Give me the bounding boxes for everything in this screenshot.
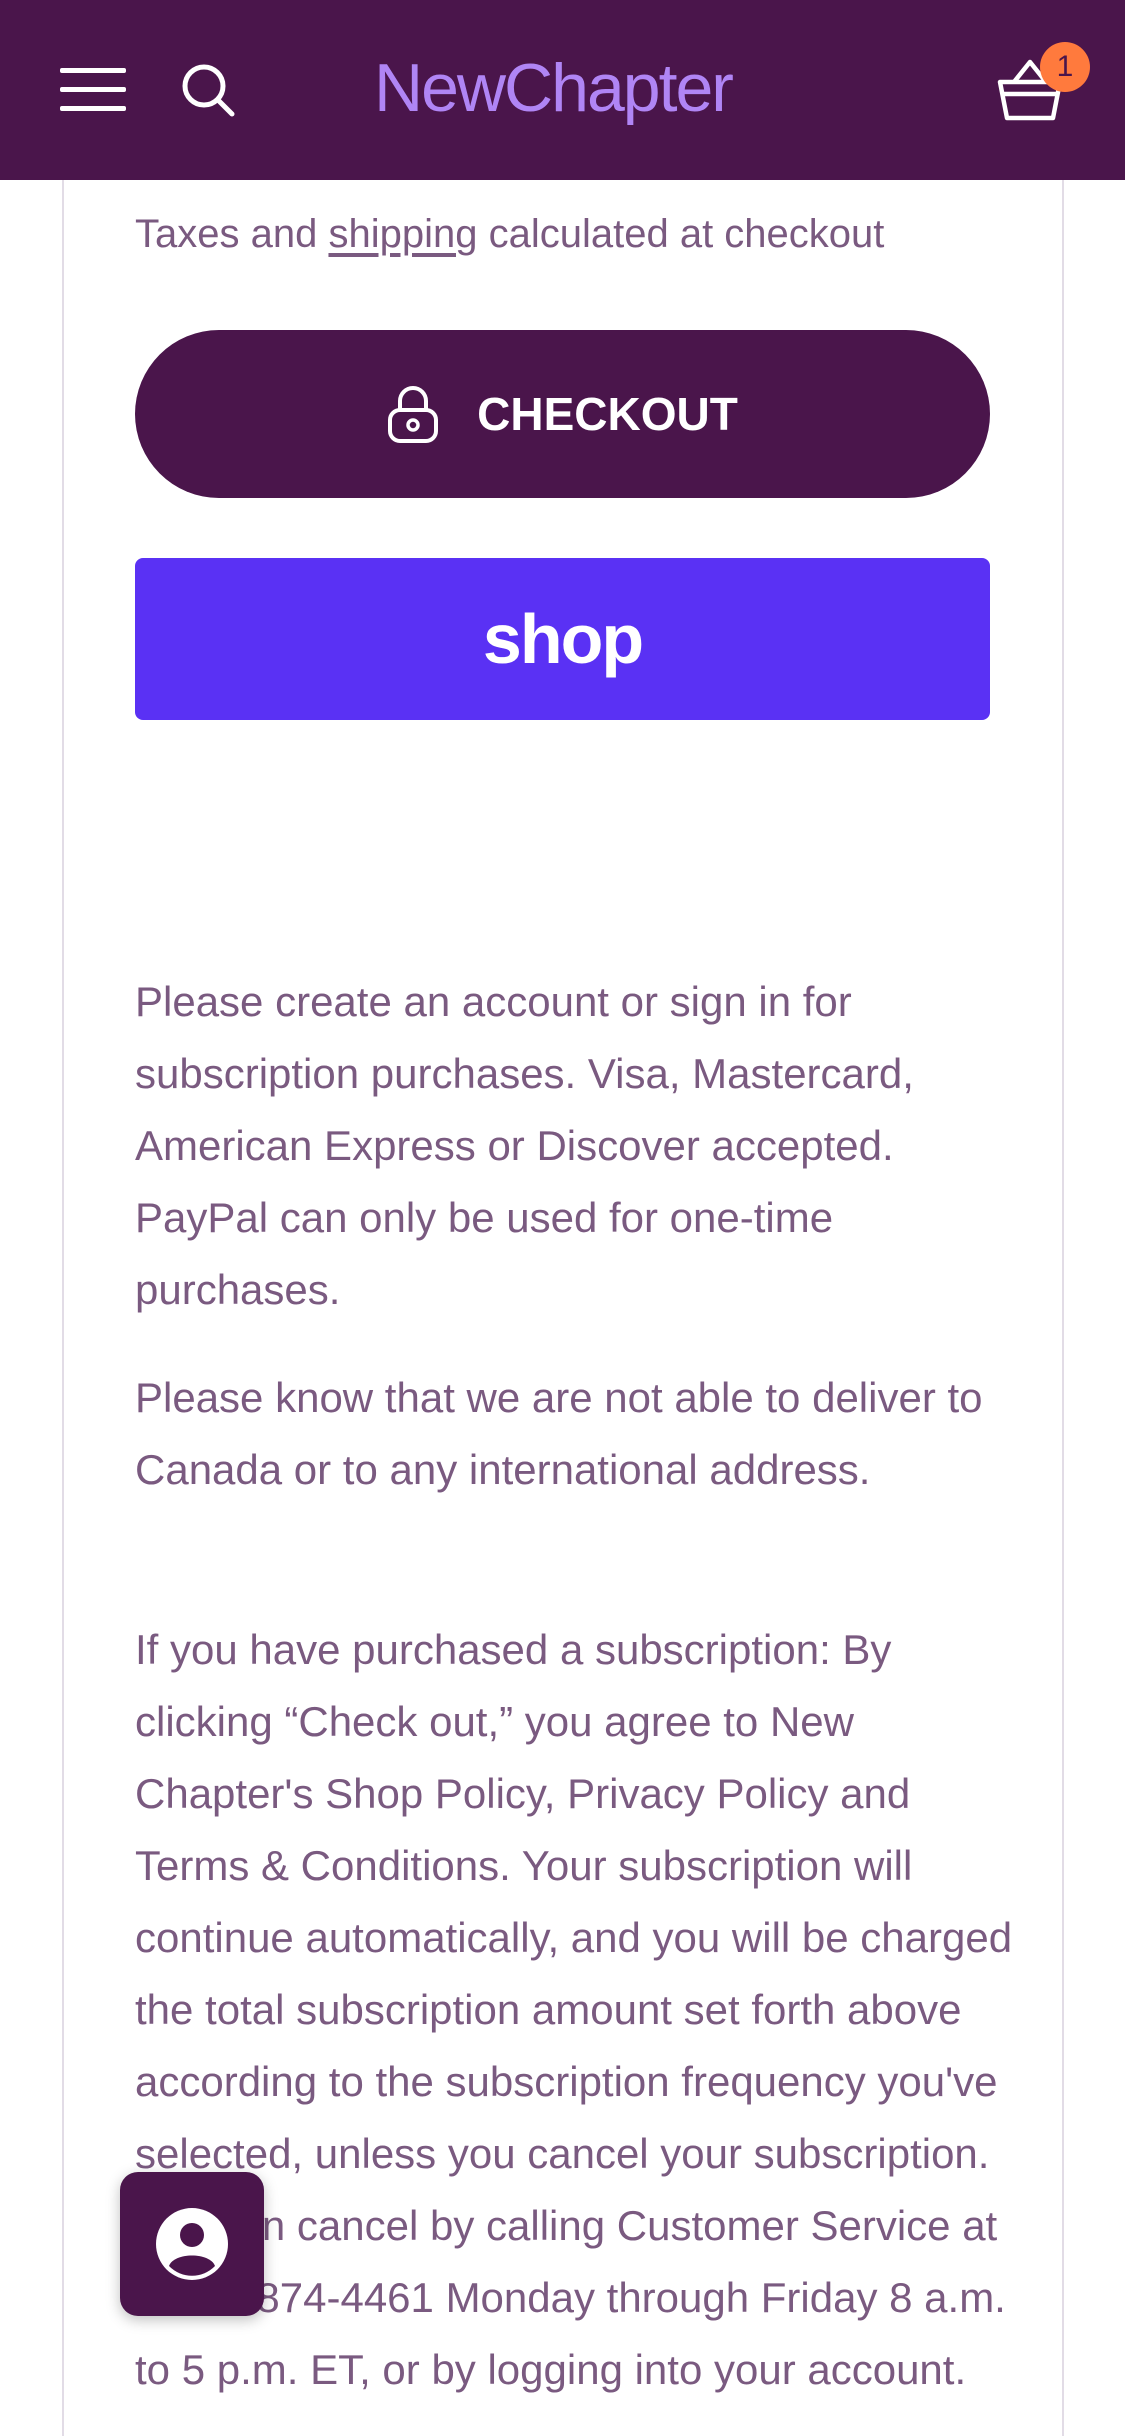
shop-pay-button[interactable]: shop <box>135 558 990 720</box>
shop-pay-logo: shop <box>482 600 644 678</box>
subscription-terms-note: If you have purchased a subscription: By… <box>135 1626 1013 2393</box>
search-icon[interactable] <box>180 62 236 118</box>
brand-logo[interactable]: NewChapter <box>374 40 734 136</box>
chat-support-button[interactable] <box>120 2172 264 2316</box>
checkout-label: CHECKOUT <box>477 388 738 440</box>
person-icon <box>156 2208 228 2280</box>
subscription-payment-note: Please create an account or sign in for … <box>135 978 914 1313</box>
menu-icon[interactable] <box>60 68 126 112</box>
tax-note-suffix: calculated at checkout <box>477 212 885 256</box>
lock-icon <box>388 386 439 443</box>
cart-count-badge: 1 <box>1040 42 1090 92</box>
shipping-restriction-note: Please know that we are not able to deli… <box>135 1374 983 1493</box>
tax-note-prefix: Taxes and <box>135 212 329 256</box>
tax-shipping-note: Taxes and shipping calculated at checkou… <box>135 206 1035 262</box>
shipping-link[interactable]: shipping <box>328 212 477 256</box>
checkout-button[interactable]: CHECKOUT <box>135 330 990 498</box>
site-header: NewChapter 1 <box>0 0 1125 180</box>
